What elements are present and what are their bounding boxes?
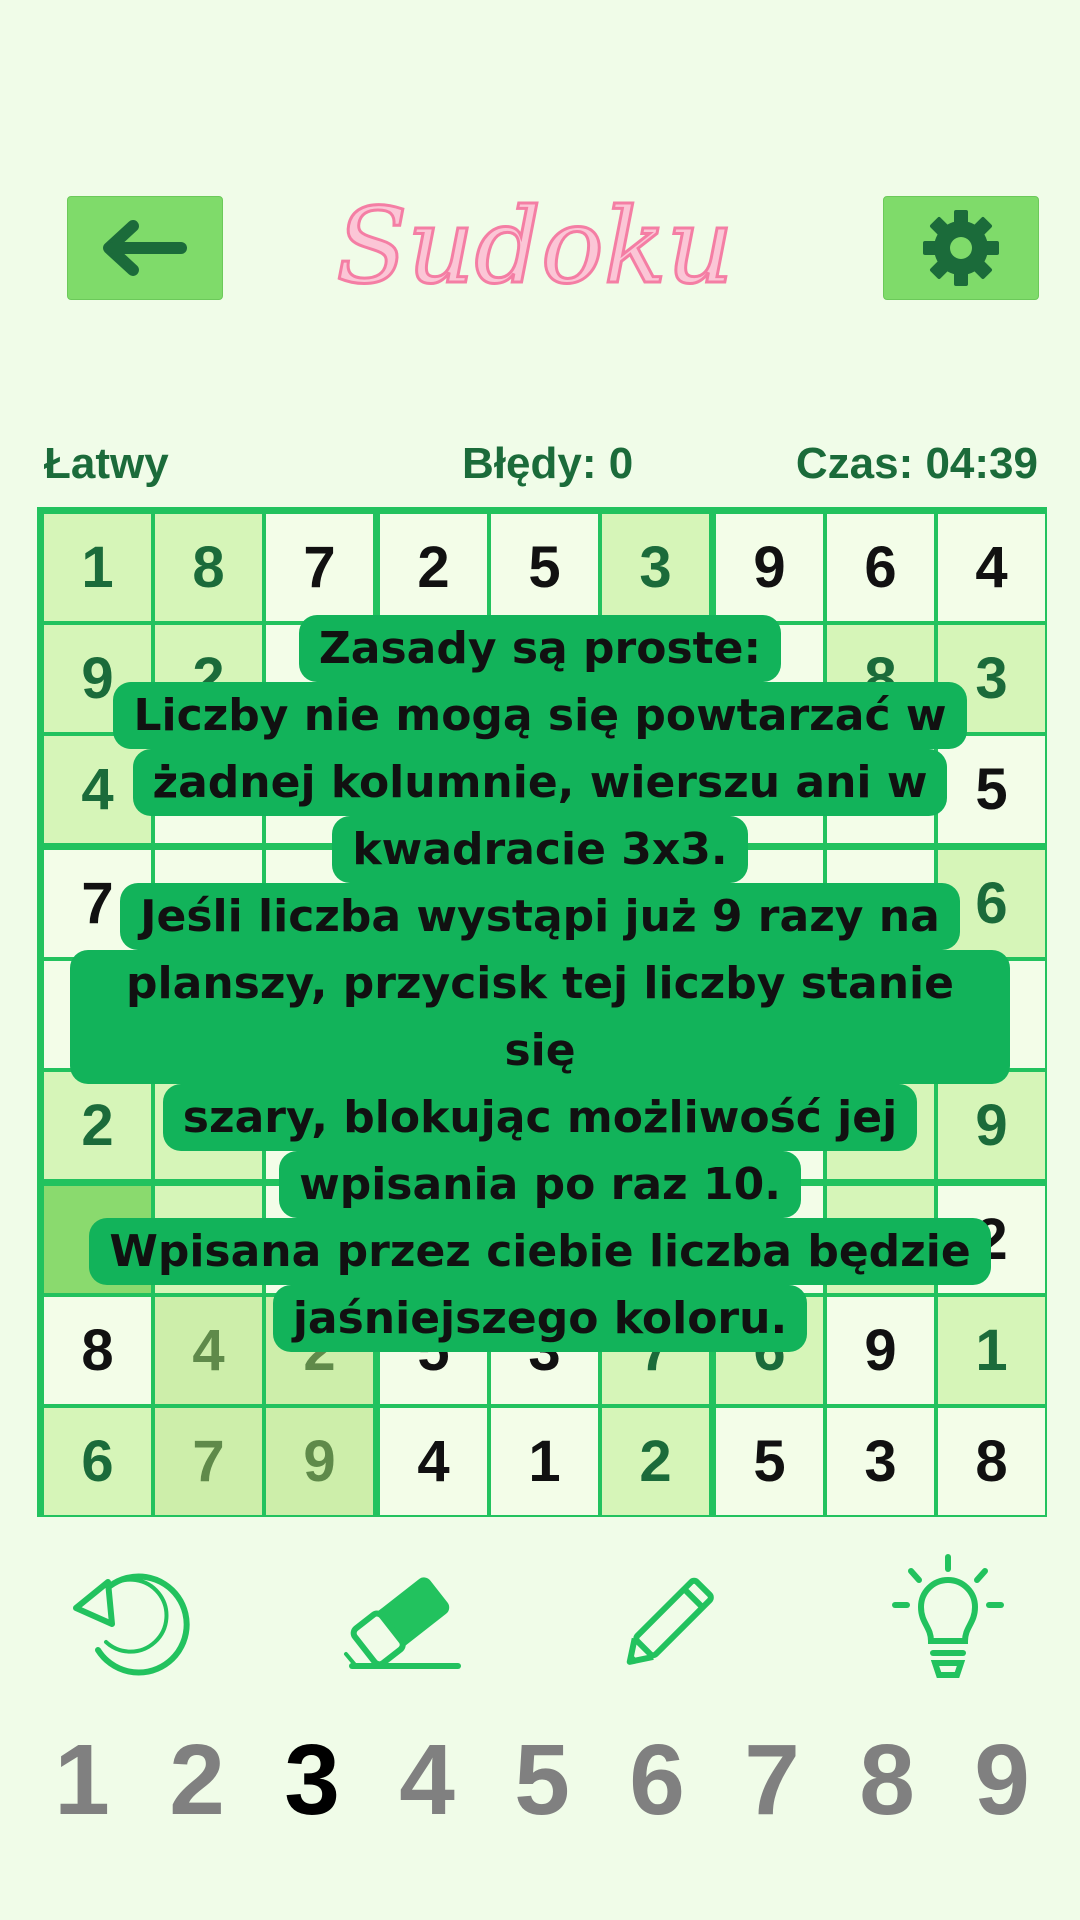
- board-cell[interactable]: 4: [380, 1408, 487, 1515]
- rules-line: Jeśli liczba wystąpi już 9 razy na: [120, 883, 960, 950]
- board-cell[interactable]: 2: [380, 514, 487, 621]
- numpad-key-8[interactable]: 8: [837, 1725, 937, 1835]
- rules-line: szary, blokując możliwość jej: [162, 1084, 918, 1151]
- numpad-key-5[interactable]: 5: [492, 1725, 592, 1835]
- back-button[interactable]: [67, 196, 223, 300]
- board-cell[interactable]: 4: [938, 514, 1045, 621]
- board-cell[interactable]: 9: [716, 514, 823, 621]
- board-cell[interactable]: 5: [491, 514, 598, 621]
- settings-button[interactable]: [883, 196, 1039, 300]
- board-cell[interactable]: 7: [155, 1408, 262, 1515]
- board-cell[interactable]: 3: [602, 514, 709, 621]
- numpad-key-4[interactable]: 4: [377, 1725, 477, 1835]
- board-cell[interactable]: 8: [938, 1408, 1045, 1515]
- difficulty-label: Łatwy: [44, 439, 169, 488]
- rules-line: kwadracie 3x3.: [332, 816, 748, 883]
- board-cell[interactable]: 6: [44, 1408, 151, 1515]
- rules-line: planszy, przycisk tej liczby stanie się: [70, 950, 1010, 1084]
- rules-line: wpisania po raz 10.: [279, 1151, 801, 1218]
- hint-button[interactable]: [873, 1548, 1023, 1688]
- rules-overlay: Zasady są proste: Liczby nie mogą się pow…: [70, 615, 1010, 1352]
- board-cell[interactable]: 3: [827, 1408, 934, 1515]
- numpad-key-1[interactable]: 1: [32, 1725, 132, 1835]
- board-cell[interactable]: 6: [827, 514, 934, 621]
- rules-line: Zasady są proste:: [298, 615, 782, 682]
- board-cell[interactable]: 1: [44, 514, 151, 621]
- lightbulb-icon: [892, 1554, 1004, 1678]
- erase-button[interactable]: [330, 1548, 480, 1688]
- numpad-key-2[interactable]: 2: [147, 1725, 247, 1835]
- undo-button[interactable]: [58, 1548, 208, 1688]
- back-arrow-icon: [103, 220, 187, 276]
- numpad-key-7[interactable]: 7: [722, 1725, 822, 1835]
- app-title: Sudoku: [335, 184, 735, 309]
- numpad-key-6[interactable]: 6: [607, 1725, 707, 1835]
- pencil-icon: [626, 1577, 714, 1665]
- board-cell[interactable]: 5: [716, 1408, 823, 1515]
- board-cell[interactable]: 9: [266, 1408, 373, 1515]
- eraser-icon: [344, 1577, 461, 1669]
- mistakes-counter: Błędy: 0: [462, 439, 634, 488]
- rules-line: żadnej kolumnie, wierszu ani w: [132, 749, 948, 816]
- undo-icon: [73, 1573, 190, 1676]
- svg-text:Sudoku: Sudoku: [336, 185, 733, 307]
- numpad-key-3[interactable]: 3: [262, 1725, 362, 1835]
- pencil-button[interactable]: [600, 1548, 750, 1688]
- gear-icon: [923, 210, 999, 286]
- board-cell[interactable]: 7: [266, 514, 373, 621]
- board-cell[interactable]: 1: [491, 1408, 598, 1515]
- board-cell[interactable]: 8: [155, 514, 262, 621]
- rules-line: jaśniejszego koloru.: [272, 1285, 808, 1352]
- timer: Czas: 04:39: [795, 439, 1038, 488]
- numpad-key-9[interactable]: 9: [952, 1725, 1052, 1835]
- board-cell[interactable]: 2: [602, 1408, 709, 1515]
- rules-line: Wpisana przez ciebie liczba będzie: [89, 1218, 991, 1285]
- rules-line: Liczby nie mogą się powtarzać w: [113, 682, 967, 749]
